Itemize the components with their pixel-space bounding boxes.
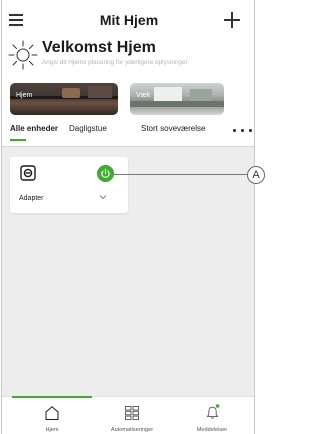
add-icon[interactable] xyxy=(224,12,240,28)
active-tab-indicator xyxy=(10,139,26,141)
app-screen: Mit Hjem Velkomst Hjem Angiv dit Hjems p… xyxy=(1,0,255,434)
room-label: Hjem xyxy=(16,92,33,99)
tab-alle-enheder[interactable]: Alle enheder xyxy=(10,124,58,133)
device-card-adapter[interactable]: Adapter xyxy=(10,157,128,213)
location-hint[interactable]: Angiv dit Hjems placering for yderligere… xyxy=(42,59,189,66)
nav-item-meddelelser[interactable]: Meddelelser xyxy=(172,397,252,434)
device-name: Adapter xyxy=(19,195,44,202)
sun-icon xyxy=(8,40,38,70)
grid-icon xyxy=(125,406,139,421)
callout-marker: A xyxy=(247,166,265,184)
nav-label-automatiseringer: Automatiseringer xyxy=(110,427,154,433)
tab-dagligstue[interactable]: Dagligstue xyxy=(69,124,107,133)
bottom-navigation: Hjem Automatiseringer Meddelelser xyxy=(2,396,254,434)
adapter-icon xyxy=(20,165,36,181)
nav-item-hjem[interactable]: Hjem xyxy=(12,397,92,434)
nav-label-meddelelser: Meddelelser xyxy=(196,427,228,433)
room-label: Væk xyxy=(136,92,151,99)
more-icon[interactable] xyxy=(233,129,254,133)
chevron-down-icon[interactable] xyxy=(98,193,108,201)
room-card-hjem[interactable]: Hjem xyxy=(10,83,118,115)
device-list: Adapter xyxy=(2,146,254,396)
header: Mit Hjem Velkomst Hjem Angiv dit Hjems p… xyxy=(2,0,254,145)
callout-label: A xyxy=(252,169,260,181)
callout-line xyxy=(112,174,247,175)
notification-badge xyxy=(215,404,220,408)
tab-stort-sovevaerelse[interactable]: Stort soveværelse xyxy=(141,124,205,133)
bell-icon xyxy=(206,404,220,419)
room-card-vaek[interactable]: Væk xyxy=(130,83,224,115)
app-title: Mit Hjem xyxy=(99,12,159,28)
nav-label-hjem: Hjem xyxy=(45,427,59,433)
nav-item-automatiseringer[interactable]: Automatiseringer xyxy=(92,397,172,434)
welcome-title: Velkomst Hjem xyxy=(42,39,156,56)
room-tabs: Alle enheder Dagligstue Stort soveværels… xyxy=(2,124,254,141)
home-icon xyxy=(45,406,59,420)
